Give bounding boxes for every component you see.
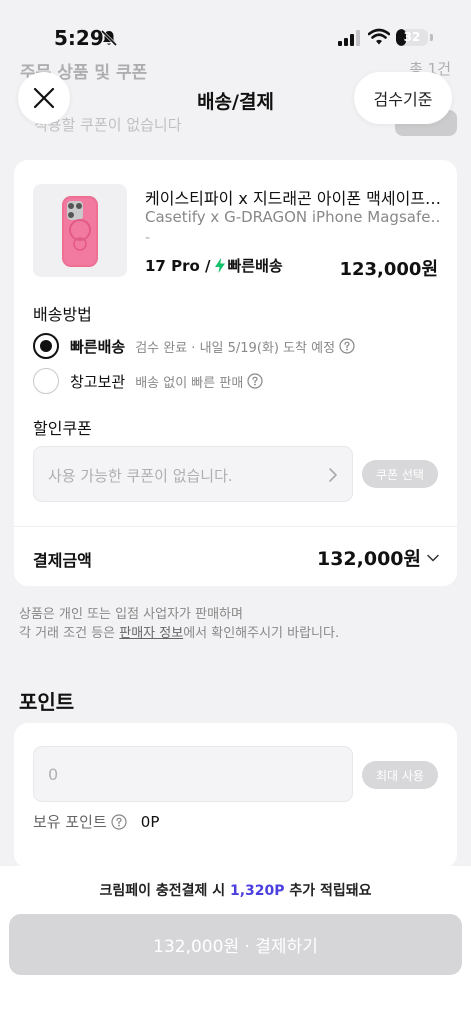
- shipping-method-label: 배송방법: [33, 305, 92, 324]
- notice-prefix: 각 거래 조건 등은: [19, 626, 120, 641]
- points-section-title: 포인트: [19, 690, 75, 714]
- product-dash: -: [145, 230, 151, 246]
- promo-prefix: 크림페이 충전결제 시: [99, 883, 230, 899]
- shipping-option-label: 빠른배송: [70, 337, 126, 356]
- battery-percent: 32: [403, 30, 421, 44]
- product-size: 17 Pro /: [145, 256, 211, 275]
- help-icon[interactable]: [111, 813, 127, 830]
- coupon-field[interactable]: 사용 가능한 쿠폰이 없습니다.: [33, 446, 353, 502]
- promo-points: 1,320P: [229, 883, 285, 899]
- points-card: 0 최대 사용 보유 포인트 0P: [14, 723, 457, 868]
- notice-suffix: 에서 확인해주시기 바랍니다.: [183, 626, 340, 641]
- radio-selected[interactable]: [33, 333, 59, 359]
- shipping-option-storage[interactable]: 창고보관 배송 없이 빠른 판매: [33, 367, 263, 395]
- help-icon[interactable]: [339, 338, 355, 354]
- points-input[interactable]: 0: [33, 746, 353, 802]
- max-use-button[interactable]: 최대 사용: [362, 761, 438, 789]
- notice-line-1: 상품은 개인 또는 입점 사업자가 판매하며: [19, 607, 243, 622]
- wifi-icon: [368, 28, 390, 45]
- pay-button[interactable]: 132,000원 · 결제하기: [9, 914, 462, 975]
- chevron-down-icon: [427, 554, 439, 561]
- divider: [14, 526, 457, 527]
- chevron-right-icon: [329, 468, 337, 482]
- seller-notice: 상품은 개인 또는 입점 사업자가 판매하며 각 거래 조건 등은 판매자 정보…: [19, 605, 339, 643]
- owned-points-value: 0P: [140, 812, 160, 831]
- promo-text: 크림페이 충전결제 시 1,320P 추가 적립돼요: [0, 880, 471, 900]
- battery-indicator: 32: [396, 29, 428, 46]
- bolt-icon: [214, 258, 225, 273]
- top-nav: 배송/결제 검수기준: [0, 72, 471, 124]
- coupon-label: 할인쿠폰: [33, 419, 92, 438]
- battery-tip: [430, 34, 433, 41]
- coupon-placeholder: 사용 가능한 쿠폰이 없습니다.: [48, 467, 233, 485]
- status-bar: 5:29 32: [0, 0, 471, 56]
- status-time: 5:29: [54, 26, 104, 50]
- shipping-option-desc: 배송 없이 빠른 판매: [135, 375, 244, 391]
- product-image: [33, 184, 127, 277]
- shipping-option-fast[interactable]: 빠른배송 검수 완료 · 내일 5/19(화) 도착 예정: [33, 332, 355, 360]
- seller-info-link[interactable]: 판매자 정보: [119, 626, 183, 641]
- bell-slash-icon: [100, 29, 118, 47]
- owned-points-label: 보유 포인트: [33, 813, 107, 831]
- product-option: 17 Pro / 빠른배송: [145, 255, 283, 276]
- product-price: 123,000원: [339, 259, 438, 280]
- inspect-criteria-button[interactable]: 검수기준: [354, 72, 452, 124]
- shipping-option-desc: 검수 완료 · 내일 5/19(화) 도착 예정: [135, 340, 336, 356]
- owned-points: 보유 포인트 0P: [33, 811, 159, 832]
- signal-icon: [338, 30, 360, 46]
- phone-case-image: [62, 196, 98, 267]
- fast-delivery-badge: 빠른배송: [227, 257, 283, 275]
- promo-suffix: 추가 적립돼요: [284, 883, 372, 899]
- payment-amount[interactable]: 132,000원: [317, 544, 439, 571]
- bottom-bar: 크림페이 충전결제 시 1,320P 추가 적립돼요 132,000원 · 결제…: [0, 866, 471, 1024]
- notice-line-2: 각 거래 조건 등은 판매자 정보에서 확인해주시기 바랍니다.: [19, 624, 339, 643]
- radio-unselected[interactable]: [33, 368, 59, 394]
- payment-amount-label: 결제금액: [33, 551, 92, 570]
- help-icon[interactable]: [247, 373, 263, 389]
- coupon-select-button[interactable]: 쿠폰 선택: [362, 460, 438, 488]
- payment-amount-value: 132,000원: [316, 548, 421, 570]
- shipping-option-label: 창고보관: [70, 372, 126, 391]
- order-card: 케이스티파이 x 지드래곤 아이폰 맥세이프… Casetify x G-DRA…: [14, 160, 457, 586]
- product-name: 케이스티파이 x 지드래곤 아이폰 맥세이프…: [145, 189, 441, 208]
- product-english-name: Casetify x G-DRAGON iPhone Magsafe…: [145, 208, 441, 226]
